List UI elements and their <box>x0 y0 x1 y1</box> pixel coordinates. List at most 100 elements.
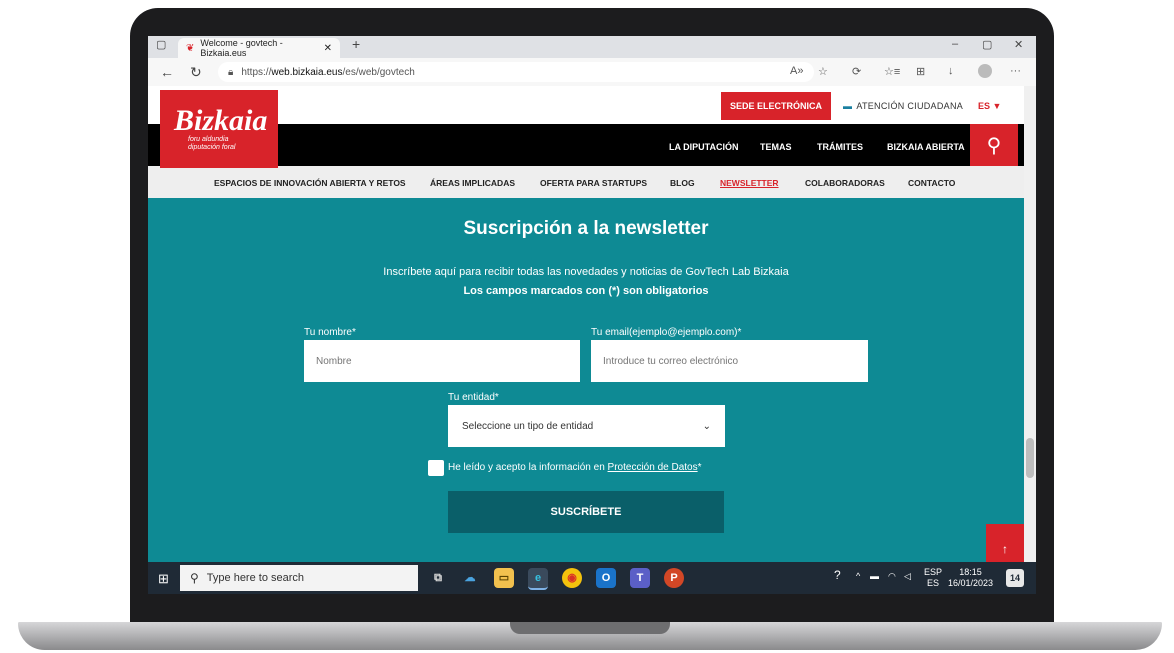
minimize-icon[interactable]: – <box>952 38 958 50</box>
help-icon[interactable]: ? <box>834 569 841 581</box>
laptop-notch <box>510 622 670 634</box>
lock-icon: 🔒︎ <box>228 66 234 78</box>
windows-taskbar: ⊞ ⚲ Type here to search ⧉ ☁ ▭ e ◉ O T P … <box>148 562 1036 594</box>
search-button[interactable]: ⚲ <box>970 124 1018 166</box>
top-strip: SEDE ELECTRÓNICA ▬ ATENCIÓN CIUDADANA ES … <box>148 86 1024 124</box>
windows-start-icon[interactable]: ⊞ <box>158 571 169 587</box>
language-selector[interactable]: ES ▼ <box>978 101 1001 111</box>
tray-chevron-icon[interactable]: ^ <box>856 571 860 582</box>
newsletter-section: Suscripción a la newsletter Inscríbete a… <box>148 198 1024 562</box>
taskbar-search[interactable]: ⚲ Type here to search <box>180 565 418 591</box>
url-host: web.bizkaia.eus <box>271 66 343 78</box>
page-scrollbar[interactable] <box>1024 86 1036 562</box>
name-label: Tu nombre* <box>304 327 356 338</box>
tab-actions-icon[interactable]: ▢ <box>156 38 166 51</box>
search-icon: ⚲ <box>986 134 1002 157</box>
more-menu-icon[interactable]: ··· <box>1010 65 1021 77</box>
subnav-oferta[interactable]: OFERTA PARA STARTUPS <box>540 178 647 188</box>
input-language[interactable]: ESP ES <box>924 567 942 589</box>
back-to-top-button[interactable]: ↑ <box>986 524 1024 562</box>
restore-icon[interactable]: ▢ <box>982 38 992 51</box>
lang-top: ESP <box>924 567 943 577</box>
email-input[interactable] <box>591 340 868 382</box>
task-view-icon[interactable]: ⧉ <box>428 568 448 588</box>
new-tab-icon[interactable]: + <box>352 36 360 52</box>
read-aloud-icon[interactable]: A» <box>790 65 803 77</box>
tab-bar: ▢ ❦ Welcome - govtech - Bizkaia.eus ✕ + … <box>148 36 1036 58</box>
website: SEDE ELECTRÓNICA ▬ ATENCIÓN CIUDADANA ES … <box>148 86 1024 562</box>
chrome-icon[interactable]: ◉ <box>562 568 582 588</box>
consent-text: He leído y acepto la información en Prot… <box>448 462 702 473</box>
taskbar-search-placeholder: Type here to search <box>206 572 305 584</box>
nav-temas[interactable]: TEMAS <box>760 142 792 152</box>
email-label: Tu email(ejemplo@ejemplo.com)* <box>591 327 742 338</box>
extensions-icon[interactable]: ⟳ <box>852 65 861 78</box>
form-title: Suscripción a la newsletter <box>463 218 709 239</box>
file-explorer-icon[interactable]: ▭ <box>494 568 514 588</box>
main-nav: LA DIPUTACIÓN TEMAS TRÁMITES BIZKAIA ABI… <box>148 124 1024 166</box>
profile-avatar[interactable] <box>978 64 992 78</box>
favorite-add-icon[interactable]: ☆ <box>818 65 828 78</box>
subnav-areas[interactable]: ÁREAS IMPLICADAS <box>430 178 515 188</box>
chevron-down-icon: ⌄ <box>702 420 711 432</box>
address-bar-row: ← ↻ 🔒︎ https://web.bizkaia.eus/es/web/go… <box>148 58 1036 87</box>
battery-icon[interactable]: ▬ <box>870 571 879 582</box>
bizkaia-favicon-icon: ❦ <box>186 42 195 54</box>
entity-selected-value: Seleccione un tipo de entidad <box>462 420 594 432</box>
edge-icon[interactable]: e <box>528 568 548 590</box>
collections-icon[interactable]: ⊞ <box>916 65 925 78</box>
scroll-thumb[interactable] <box>1026 438 1034 478</box>
logo-sub-line1: foru aldundia <box>188 136 229 143</box>
form-description: Inscríbete aquí para recibir todas las n… <box>383 266 789 278</box>
outlook-icon[interactable]: O <box>596 568 616 588</box>
close-tab-icon[interactable]: ✕ <box>324 43 332 54</box>
favorites-icon[interactable]: ☆≡ <box>884 65 900 78</box>
wifi-icon[interactable]: ◠ <box>888 571 896 582</box>
refresh-icon[interactable]: ↻ <box>190 64 202 81</box>
entity-label: Tu entidad* <box>448 392 499 403</box>
sede-electronica-button[interactable]: SEDE ELECTRÓNICA <box>721 92 831 120</box>
teams-icon[interactable]: T <box>630 568 650 588</box>
required-note: Los campos marcados con (*) son obligato… <box>463 285 709 297</box>
volume-icon[interactable]: ◁ <box>904 571 911 582</box>
consent-suffix: * <box>697 462 702 473</box>
logo-text: Bizkaia <box>174 104 268 137</box>
subnav-blog[interactable]: BLOG <box>670 178 695 188</box>
back-icon[interactable]: ← <box>160 64 174 80</box>
subnav-colaboradoras[interactable]: COLABORADORAS <box>805 178 885 188</box>
close-window-icon[interactable]: ✕ <box>1014 38 1023 51</box>
logo-sub-line2: diputación foral <box>188 144 236 151</box>
weather-icon[interactable]: ☁ <box>460 568 480 588</box>
subnav-contacto[interactable]: CONTACTO <box>908 178 955 188</box>
clock-time: 18:15 <box>959 567 982 577</box>
url-path: /es/web/govtech <box>342 66 415 78</box>
atencion-ciudadana-link[interactable]: ▬ ATENCIÓN CIUDADANA <box>843 101 963 111</box>
nav-la-diputacion[interactable]: LA DIPUTACIÓN <box>669 142 739 152</box>
consent-prefix: He leído y acepto la información en <box>448 462 608 473</box>
clock-date: 16/01/2023 <box>948 578 994 588</box>
privacy-link[interactable]: Protección de Datos <box>608 462 698 473</box>
browser-tab[interactable]: ❦ Welcome - govtech - Bizkaia.eus ✕ <box>178 38 340 58</box>
url-prefix: https:// <box>241 66 272 78</box>
search-icon: ⚲ <box>190 571 199 585</box>
consent-checkbox[interactable] <box>428 460 444 476</box>
logo-subtitle: foru aldundia diputación foral <box>188 136 235 152</box>
name-input[interactable] <box>304 340 580 382</box>
sub-nav: ESPACIOS DE INNOVACIÓN ABIERTA Y RETOS Á… <box>148 166 1024 198</box>
subnav-newsletter[interactable]: NEWSLETTER <box>720 178 779 188</box>
atencion-label: ATENCIÓN CIUDADANA <box>856 101 964 111</box>
clock[interactable]: 18:15 16/01/2023 <box>948 567 993 589</box>
tab-title: Welcome - govtech - Bizkaia.eus <box>200 38 283 58</box>
entity-select[interactable]: Seleccione un tipo de entidad ⌄ <box>448 405 725 447</box>
notifications-badge[interactable]: 14 <box>1006 569 1024 587</box>
nav-bizkaia-abierta[interactable]: BIZKAIA ABIERTA <box>887 142 965 152</box>
subscribe-button[interactable]: SUSCRÍBETE <box>448 491 724 533</box>
nav-tramites[interactable]: TRÁMITES <box>817 142 863 152</box>
bizkaia-logo[interactable]: Bizkaia foru aldundia diputación foral <box>160 90 278 168</box>
powerpoint-icon[interactable]: P <box>664 568 684 588</box>
screen: ▢ ❦ Welcome - govtech - Bizkaia.eus ✕ + … <box>148 36 1036 594</box>
subnav-espacios[interactable]: ESPACIOS DE INNOVACIÓN ABIERTA Y RETOS <box>214 178 406 188</box>
url-field[interactable]: 🔒︎ https://web.bizkaia.eus/es/web/govtec… <box>218 62 814 82</box>
lang-bottom: ES <box>927 578 940 588</box>
downloads-icon[interactable]: ↓ <box>948 65 954 77</box>
